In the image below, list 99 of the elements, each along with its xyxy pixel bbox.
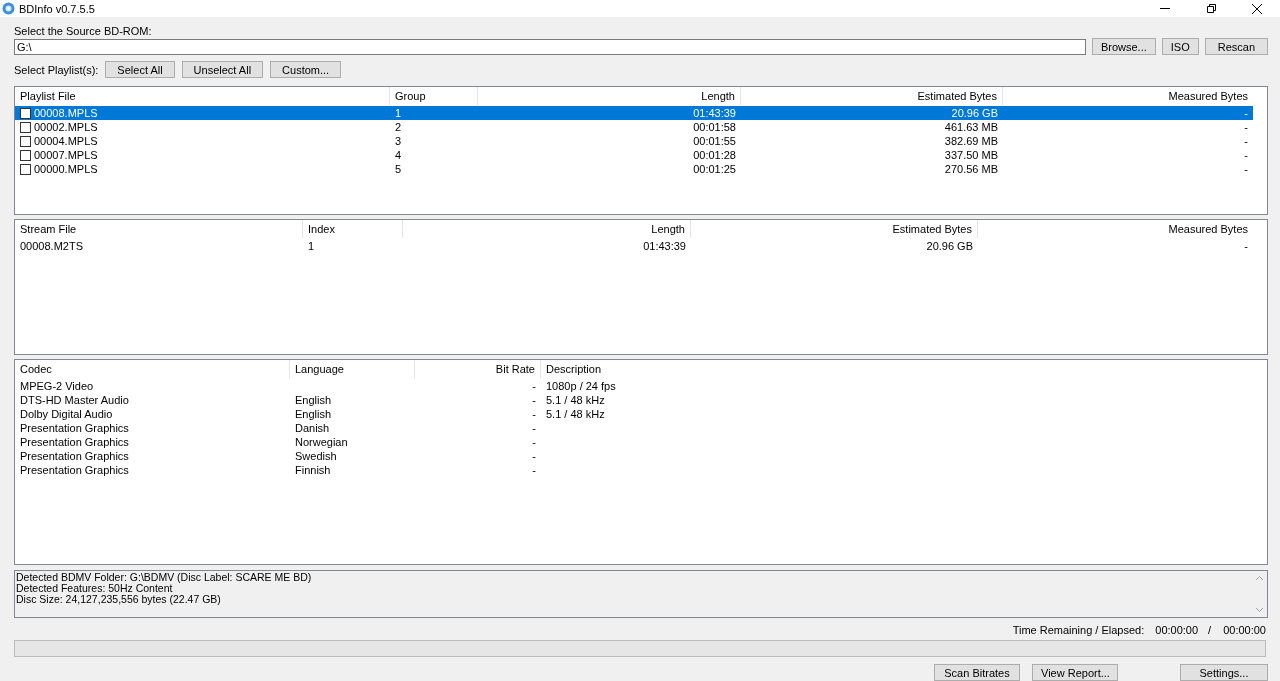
- table-cell: 1: [308, 238, 315, 253]
- playlist-button[interactable]: Unselect All: [181, 61, 264, 78]
- table-cell: 3: [395, 134, 402, 148]
- table-cell: Finnish: [295, 462, 331, 477]
- table-cell: 5.1 / 48 kHz: [546, 406, 605, 421]
- column-header[interactable]: Playlist File: [15, 87, 390, 105]
- list-row[interactable]: 00004.MPLS 3 00:01:55 382.69 MB -: [15, 134, 1253, 148]
- table-cell: 00:01:25: [693, 162, 736, 176]
- table-cell: 00004.MPLS: [34, 134, 98, 148]
- list-row[interactable]: 00008.MPLS 1 01:43:39 20.96 GB -: [15, 106, 1253, 120]
- table-cell: 2: [395, 120, 402, 134]
- table-cell: English: [295, 392, 332, 407]
- table-cell: MPEG-2 Video: [20, 378, 94, 393]
- playlist-button[interactable]: Select All: [105, 61, 175, 78]
- column-header[interactable]: Group: [390, 87, 478, 105]
- list-row[interactable]: 00007.MPLS 4 00:01:28 337.50 MB -: [15, 148, 1253, 162]
- table-cell: 382.69 MB: [944, 134, 998, 148]
- table-cell: 461.63 MB: [944, 120, 998, 134]
- close-icon: [1251, 3, 1263, 14]
- action-button[interactable]: View Report...: [1032, 664, 1118, 681]
- table-cell: 00:01:55: [693, 134, 736, 148]
- table-cell: -: [1244, 134, 1248, 148]
- table-cell: Presentation Graphics: [20, 448, 129, 463]
- info-line: Disc Size: 24,127,235,556 bytes (22.47 GB): [16, 593, 222, 605]
- table-cell: -: [532, 378, 536, 393]
- checkbox[interactable]: [20, 163, 31, 175]
- checkbox[interactable]: [20, 135, 31, 147]
- checkbox[interactable]: [20, 107, 31, 119]
- column-header[interactable]: Length: [403, 219, 691, 238]
- column-header[interactable]: Length: [478, 87, 741, 105]
- table-cell: -: [1244, 148, 1248, 162]
- table-cell: -: [532, 392, 536, 407]
- column-header[interactable]: Description: [541, 359, 1253, 378]
- table-cell: 00008.MPLS: [34, 106, 98, 120]
- table-cell: 337.50 MB: [944, 148, 998, 162]
- playlist-button[interactable]: Custom...: [270, 61, 342, 78]
- table-cell: 00:01:58: [693, 120, 736, 134]
- table-cell: DTS-HD Master Audio: [20, 392, 129, 407]
- column-header[interactable]: Measured Bytes: [978, 219, 1253, 238]
- table-cell: Dolby Digital Audio: [20, 406, 113, 421]
- table-cell: 00000.MPLS: [34, 162, 98, 176]
- time-label: Time Remaining / Elapsed:: [1012, 623, 1145, 636]
- table-cell: -: [532, 434, 536, 449]
- action-button[interactable]: Settings...: [1180, 664, 1268, 681]
- table-cell: Presentation Graphics: [20, 462, 129, 477]
- checkbox[interactable]: [20, 121, 31, 133]
- column-header[interactable]: Language: [290, 359, 415, 378]
- table-cell: 01:43:39: [693, 106, 736, 120]
- table-cell: -: [1244, 106, 1248, 120]
- table-cell: English: [295, 406, 332, 421]
- source-label: Select the Source BD-ROM:: [14, 25, 153, 38]
- toolbar-button[interactable]: Rescan: [1204, 38, 1268, 55]
- table-cell: 1: [395, 106, 402, 120]
- checkbox[interactable]: [20, 149, 31, 161]
- column-header[interactable]: Stream File: [15, 219, 303, 238]
- table-cell: Danish: [295, 420, 330, 435]
- table-cell: -: [1244, 238, 1248, 253]
- table-cell: -: [532, 462, 536, 477]
- action-button[interactable]: Scan Bitrates: [934, 664, 1020, 681]
- info-line: Detected BDMV Folder: G:\BDMV (Disc Label: SCARE ME BD): [16, 571, 313, 583]
- table-cell: -: [1244, 162, 1248, 176]
- time-remaining: 00:00:00: [1155, 623, 1199, 636]
- column-header[interactable]: Estimated Bytes: [741, 87, 1003, 105]
- table-cell: 00008.M2TS: [20, 238, 83, 253]
- column-header[interactable]: Measured Bytes: [1003, 87, 1253, 105]
- table-cell: Presentation Graphics: [20, 434, 129, 449]
- column-header[interactable]: Estimated Bytes: [691, 219, 978, 238]
- table-cell: 00:01:28: [693, 148, 736, 162]
- table-cell: 4: [395, 148, 402, 162]
- column-header[interactable]: Index: [303, 219, 403, 238]
- table-cell: -: [532, 420, 536, 435]
- table-cell: Swedish: [295, 448, 337, 463]
- table-cell: -: [532, 406, 536, 421]
- table-cell: -: [532, 448, 536, 463]
- table-cell: 5.1 / 48 kHz: [546, 392, 605, 407]
- list-row[interactable]: 00000.MPLS 5 00:01:25 270.56 MB -: [15, 162, 1253, 176]
- info-line: Detected Features: 50Hz Content: [16, 582, 174, 594]
- source-path-field[interactable]: G:\: [14, 38, 1086, 55]
- table-cell: 00007.MPLS: [34, 148, 98, 162]
- column-header[interactable]: Bit Rate: [415, 359, 541, 378]
- time-elapsed: 00:00:00: [1223, 623, 1266, 636]
- table-cell: Presentation Graphics: [20, 420, 129, 435]
- column-header[interactable]: Codec: [15, 359, 290, 378]
- table-cell: 1080p / 24 fps: [546, 378, 616, 393]
- toolbar-button[interactable]: ISO: [1161, 38, 1199, 55]
- table-cell: 5: [395, 162, 402, 176]
- table-cell: Norwegian: [295, 434, 348, 449]
- table-cell: 20.96 GB: [951, 106, 998, 120]
- table-cell: 01:43:39: [643, 238, 686, 253]
- table-cell: 270.56 MB: [944, 162, 998, 176]
- list-row[interactable]: 00002.MPLS 2 00:01:58 461.63 MB -: [15, 120, 1253, 134]
- restore-icon: [1205, 3, 1217, 14]
- table-cell: 00002.MPLS: [34, 120, 98, 134]
- toolbar-button[interactable]: Browse...: [1091, 38, 1156, 55]
- playlist-select-label: Select Playlist(s):: [14, 63, 99, 76]
- time-separator: /: [1208, 623, 1212, 636]
- window-title: BDInfo v0.7.5.5: [19, 2, 95, 15]
- table-cell: 20.96 GB: [926, 238, 973, 253]
- table-cell: -: [1244, 120, 1248, 134]
